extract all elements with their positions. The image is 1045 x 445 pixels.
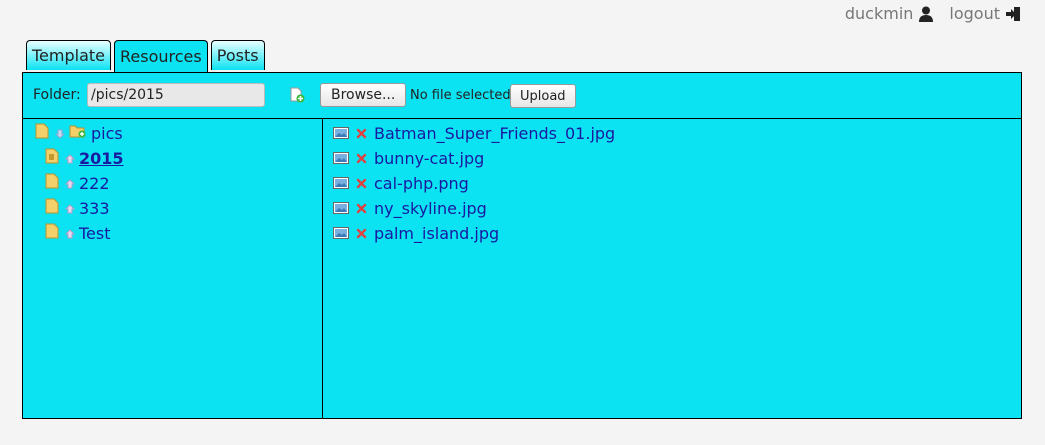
file-list: Batman_Super_Friends_01.jpg bunny-cat.jp…	[323, 119, 1021, 418]
file-link[interactable]: palm_island.jpg	[374, 224, 499, 243]
user-bar: duckmin logout	[845, 4, 1021, 23]
file-row[interactable]: bunny-cat.jpg	[333, 147, 484, 169]
file-link[interactable]: ny_skyline.jpg	[374, 199, 487, 218]
user-icon	[919, 6, 934, 22]
logout-icon	[1006, 6, 1021, 22]
delete-icon[interactable]	[356, 224, 367, 243]
tab-posts[interactable]: Posts	[210, 40, 265, 70]
resources-panel: Folder: Browse... No file selected. Uplo…	[22, 72, 1022, 419]
tree-root: pics	[35, 122, 123, 144]
tree-item-label[interactable]: 222	[79, 174, 110, 193]
new-file-icon[interactable]	[289, 87, 305, 107]
logout-label[interactable]: logout	[949, 4, 1000, 23]
image-icon	[333, 199, 349, 218]
tree-item-333[interactable]: 333	[45, 197, 110, 219]
folder-tree: pics 2015 222 333 Test	[23, 119, 323, 418]
folder-label: Folder:	[33, 87, 81, 103]
delete-icon[interactable]	[356, 199, 367, 218]
folder-path-input[interactable]	[87, 83, 265, 107]
folder-icon	[45, 198, 59, 218]
folder-icon	[45, 173, 59, 193]
image-icon	[333, 149, 349, 168]
folder-open-icon	[45, 148, 59, 168]
tree-item-label[interactable]: Test	[79, 224, 111, 243]
tree-item-test[interactable]: Test	[45, 222, 111, 244]
file-row[interactable]: ny_skyline.jpg	[333, 197, 487, 219]
delete-icon[interactable]	[356, 124, 367, 143]
file-link[interactable]: Batman_Super_Friends_01.jpg	[374, 124, 615, 143]
file-row[interactable]: Batman_Super_Friends_01.jpg	[333, 122, 615, 144]
image-icon	[333, 224, 349, 243]
arrow-up-icon[interactable]	[64, 224, 76, 243]
file-link[interactable]: bunny-cat.jpg	[374, 149, 484, 168]
tree-item-label[interactable]: 2015	[79, 149, 124, 168]
file-row[interactable]: palm_island.jpg	[333, 222, 499, 244]
file-link[interactable]: cal-php.png	[374, 174, 469, 193]
file-icon	[35, 123, 49, 143]
delete-icon[interactable]	[356, 149, 367, 168]
folder-add-icon[interactable]	[69, 123, 87, 143]
toolbar: Folder: Browse... No file selected. Uplo…	[23, 73, 1021, 119]
arrow-up-icon[interactable]	[64, 199, 76, 218]
user-menu[interactable]: duckmin	[845, 4, 934, 23]
tab-resources[interactable]: Resources	[114, 40, 208, 72]
upload-button[interactable]: Upload	[510, 84, 576, 108]
tab-template[interactable]: Template	[26, 40, 112, 70]
delete-icon[interactable]	[356, 174, 367, 193]
image-icon	[333, 124, 349, 143]
image-icon	[333, 174, 349, 193]
tree-item-label[interactable]: 333	[79, 199, 110, 218]
tree-item-222[interactable]: 222	[45, 172, 110, 194]
username[interactable]: duckmin	[845, 4, 914, 23]
arrow-up-icon[interactable]	[64, 149, 76, 168]
logout-link[interactable]: logout	[949, 4, 1021, 23]
tree-item-2015[interactable]: 2015	[45, 147, 124, 169]
arrow-down-icon[interactable]	[54, 124, 66, 143]
arrow-up-icon[interactable]	[64, 174, 76, 193]
folder-icon	[45, 223, 59, 243]
file-status: No file selected.	[410, 88, 515, 103]
tree-root-label[interactable]: pics	[91, 124, 123, 143]
file-row[interactable]: cal-php.png	[333, 172, 469, 194]
browse-button[interactable]: Browse...	[320, 83, 407, 107]
tab-bar: Template Resources Posts	[26, 40, 265, 72]
